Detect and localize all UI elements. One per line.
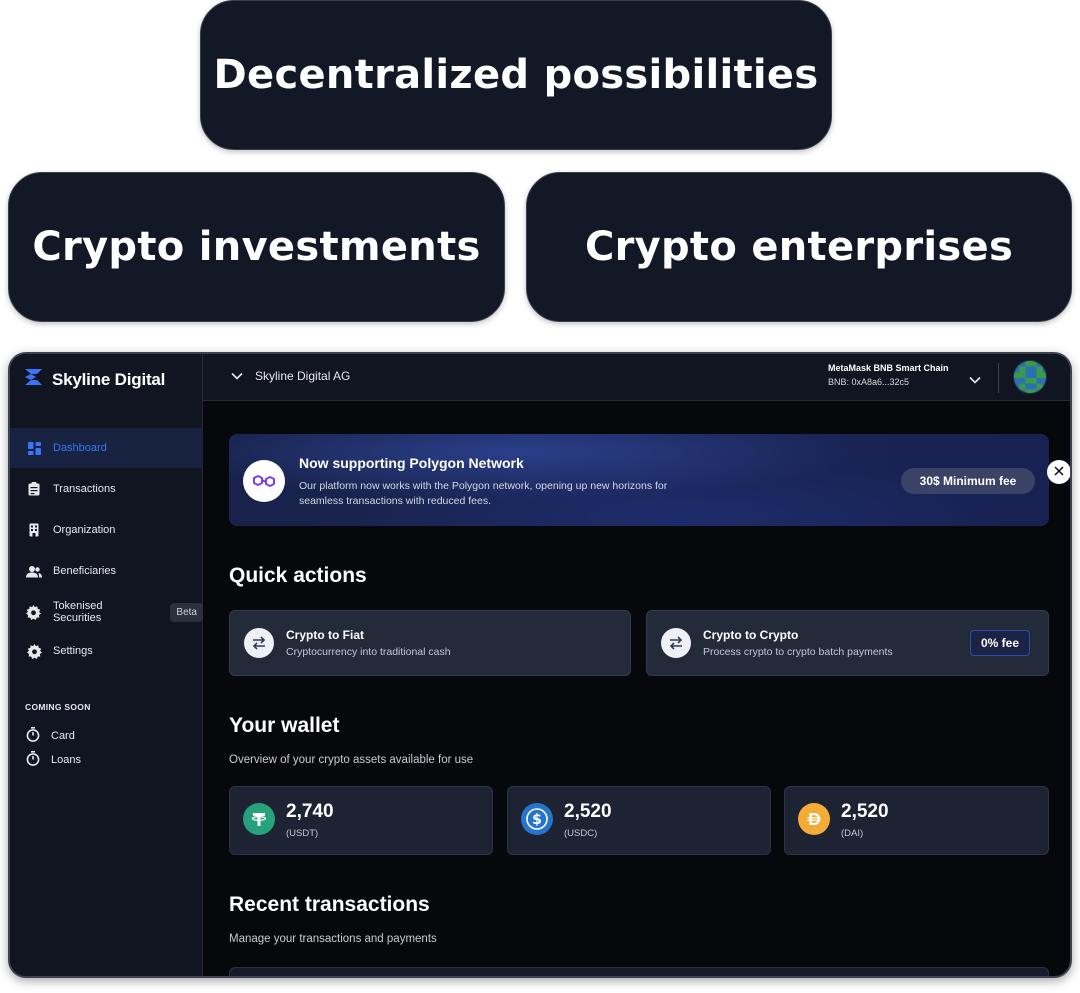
brand-logo[interactable]: Skyline Digital — [24, 368, 165, 391]
swap-icon — [244, 628, 274, 658]
hero-pill-investments: Crypto investments — [8, 172, 505, 322]
wallet-title: Your wallet — [229, 714, 340, 737]
wallet-address: BNB: 0xA8a6...32c5 — [828, 377, 910, 387]
dai-icon — [798, 803, 830, 835]
quick-actions-title: Quick actions — [229, 564, 367, 587]
hero-pill-label: Crypto enterprises — [584, 224, 1014, 270]
building-icon — [26, 522, 42, 538]
usdc-icon: $ — [521, 803, 553, 835]
recent-transactions-subtitle: Manage your transactions and payments — [229, 933, 437, 945]
sidebar-item-label: Settings — [53, 645, 93, 657]
chevron-down-icon[interactable] — [969, 371, 981, 389]
recent-transactions-title: Recent transactions — [229, 893, 430, 916]
sidebar-item-label: Tokenised Securities — [52, 600, 103, 624]
chevron-down-icon — [231, 369, 243, 383]
gear-icon — [26, 604, 42, 620]
coming-soon-item-loans: Loans — [26, 751, 81, 769]
sidebar-item-tokenised-securities[interactable]: Tokenised Securities Beta — [10, 592, 203, 632]
sidebar-item-transactions[interactable]: Transactions — [10, 469, 203, 509]
org-selector[interactable]: Skyline Digital AG — [231, 369, 350, 383]
crypto-to-fiat-card[interactable]: Crypto to Fiat Cryptocurrency into tradi… — [229, 610, 631, 676]
asset-unit: (DAI) — [841, 828, 864, 839]
wallet-chain: MetaMask BNB Smart Chain — [828, 363, 949, 373]
asset-unit: (USDC) — [564, 828, 598, 839]
asset-value: 2,520 — [841, 801, 889, 822]
stopwatch-icon — [26, 751, 40, 769]
banner-title: Now supporting Polygon Network — [299, 455, 524, 471]
zero-fee-badge: 0% fee — [970, 630, 1030, 656]
action-title: Crypto to Fiat — [286, 628, 364, 642]
crypto-to-crypto-card[interactable]: Crypto to Crypto Process crypto to crypt… — [646, 610, 1049, 676]
tether-icon — [243, 803, 275, 835]
polygon-icon — [243, 460, 285, 502]
stopwatch-icon — [26, 727, 40, 745]
sidebar-item-label: Beneficiaries — [53, 565, 116, 577]
asset-card-usdc[interactable]: $ 2,520 (USDC) — [507, 786, 771, 855]
polygon-banner: Now supporting Polygon Network Our platf… — [229, 434, 1070, 526]
brand-name: Skyline Digital — [52, 369, 166, 389]
asset-card-dai[interactable]: 2,520 (DAI) — [784, 786, 1049, 855]
svg-text:$: $ — [532, 812, 542, 828]
main-content: Now supporting Polygon Network Our platf… — [203, 402, 1070, 976]
sidebar-item-settings[interactable]: Settings — [10, 631, 203, 671]
hero-pill-label: Decentralized possibilities — [213, 52, 819, 98]
asset-unit: (USDT) — [286, 828, 319, 839]
asset-card-usdt[interactable]: 2,740 (USDT) — [229, 786, 493, 855]
logo-icon — [24, 368, 44, 391]
coming-soon-item-card: Card — [26, 727, 75, 745]
gear-icon — [26, 643, 42, 659]
sidebar-item-dashboard[interactable]: Dashboard — [10, 428, 203, 468]
coming-soon-label: Loans — [51, 754, 81, 766]
banner-close-button[interactable] — [1047, 460, 1070, 484]
asset-value: 2,740 — [286, 801, 334, 822]
divider — [998, 363, 999, 393]
sidebar: Skyline Digital Dashboard Transactions O… — [10, 354, 203, 976]
sidebar-item-label: Organization — [53, 524, 116, 536]
clipboard-icon — [26, 481, 42, 497]
avatar[interactable] — [1013, 360, 1047, 394]
transactions-table — [229, 967, 1049, 976]
action-description: Process crypto to crypto batch payments — [703, 646, 893, 658]
org-name: Skyline Digital AG — [255, 369, 351, 383]
wallet-subtitle: Overview of your crypto assets available… — [229, 754, 474, 766]
hero-pill-decentralized: Decentralized possibilities — [200, 0, 832, 150]
swap-icon — [661, 628, 691, 658]
asset-value: 2,520 — [564, 801, 612, 822]
hero-pill-enterprises: Crypto enterprises — [526, 172, 1072, 322]
banner-description: Our platform now works with the Polygon … — [299, 480, 668, 507]
minimum-fee-badge: 30$ Minimum fee — [901, 468, 1035, 494]
hero-pill-label: Crypto investments — [32, 224, 481, 270]
beta-badge: Beta — [170, 602, 203, 622]
coming-soon-label: Card — [51, 730, 75, 742]
coming-soon-heading: COMING SOON — [25, 702, 91, 712]
users-icon — [26, 563, 42, 579]
app-window: Skyline Digital Dashboard Transactions O… — [8, 352, 1072, 978]
close-icon — [1054, 463, 1064, 481]
wallet-selector[interactable]: MetaMask BNB Smart Chain BNB: 0xA8a6...3… — [828, 363, 949, 387]
grid-icon — [26, 440, 42, 456]
sidebar-item-label: Dashboard — [53, 442, 107, 454]
action-description: Cryptocurrency into traditional cash — [286, 646, 451, 658]
sidebar-item-beneficiaries[interactable]: Beneficiaries — [10, 551, 203, 591]
sidebar-item-organization[interactable]: Organization — [10, 510, 203, 550]
sidebar-item-label: Transactions — [53, 483, 116, 495]
top-bar: Skyline Digital AG MetaMask BNB Smart Ch… — [203, 354, 1070, 401]
action-title: Crypto to Crypto — [703, 628, 799, 642]
